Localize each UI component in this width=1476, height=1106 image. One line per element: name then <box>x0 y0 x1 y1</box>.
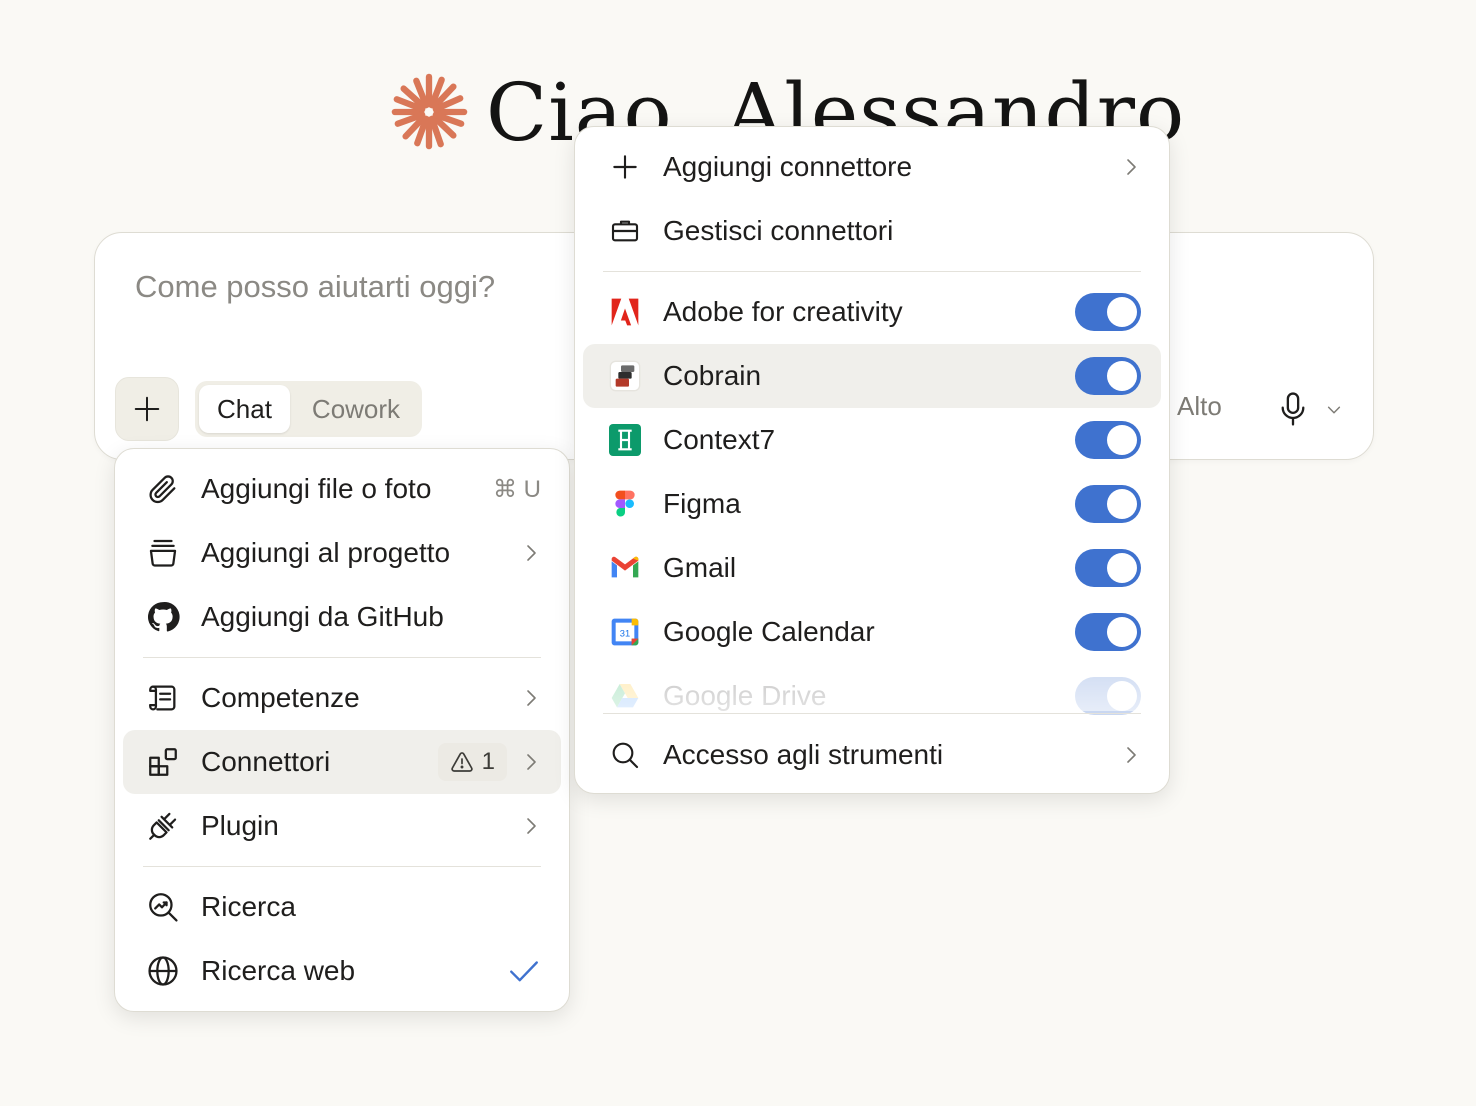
menu-item-add-files[interactable]: Aggiungi file o foto ⌘ U <box>123 457 561 521</box>
cobrain-icon <box>607 358 643 394</box>
chevron-right-icon <box>1127 159 1136 175</box>
connector-toggle[interactable] <box>1075 357 1141 395</box>
gmail-icon <box>607 550 643 586</box>
menu-item-add-connector[interactable]: Aggiungi connettore <box>583 135 1161 199</box>
google-calendar-icon: 31 <box>607 614 643 650</box>
keyboard-shortcut: ⌘ U <box>493 475 541 503</box>
prompt-input[interactable]: Come posso aiutarti oggi? <box>135 269 495 305</box>
connector-row-cobrain[interactable]: Cobrain <box>583 344 1161 408</box>
checkmark-icon <box>510 961 538 982</box>
paperclip-icon <box>145 471 181 507</box>
chevron-right-icon <box>527 754 536 770</box>
add-content-menu: Aggiungi file o foto ⌘ U Aggiungi al pro… <box>114 448 570 1012</box>
menu-item-plugin[interactable]: Plugin <box>123 794 561 858</box>
menu-item-label: Aggiungi connettore <box>663 151 913 182</box>
connector-row-google-drive[interactable]: Google Drive <box>583 664 1161 728</box>
menu-divider <box>143 657 541 658</box>
connector-row-adobe[interactable]: Adobe for creativity <box>583 280 1161 344</box>
menu-item-label: Connettori <box>201 746 331 777</box>
menu-divider <box>603 713 1141 714</box>
connector-name: Figma <box>663 488 741 519</box>
plus-icon <box>607 149 643 185</box>
menu-item-add-github[interactable]: Aggiungi da GitHub <box>123 585 561 649</box>
connector-name: Context7 <box>663 424 776 455</box>
skills-icon <box>145 680 181 716</box>
calendar-day: 31 <box>620 628 630 638</box>
adobe-icon <box>607 294 643 330</box>
menu-item-label: Ricerca <box>201 891 296 922</box>
menu-item-label: Aggiungi da GitHub <box>201 601 444 632</box>
connector-name: Adobe for creativity <box>663 296 903 327</box>
menu-item-add-to-project[interactable]: Aggiungi al progetto <box>123 521 561 585</box>
connector-toggle[interactable] <box>1075 485 1141 523</box>
search-icon <box>607 737 643 773</box>
research-icon <box>145 889 181 925</box>
tab-chat[interactable]: Chat <box>199 385 290 433</box>
menu-divider <box>143 866 541 867</box>
briefcase-icon <box>607 213 643 249</box>
warning-icon <box>450 752 473 772</box>
context7-icon <box>607 422 643 458</box>
warning-count: 1 <box>481 748 495 775</box>
menu-item-web-search[interactable]: Ricerca web <box>123 939 561 1003</box>
globe-icon <box>145 953 181 989</box>
connector-toggle[interactable] <box>1075 677 1141 715</box>
github-icon <box>145 599 181 635</box>
menu-item-tool-access[interactable]: Accesso agli strumenti <box>583 723 1161 787</box>
menu-item-label: Plugin <box>201 810 279 841</box>
connector-name: Cobrain <box>663 360 762 391</box>
connectors-icon <box>145 744 181 780</box>
menu-item-label: Accesso agli strumenti <box>663 739 944 770</box>
menu-item-label: Aggiungi al progetto <box>201 537 451 568</box>
chevron-right-icon <box>527 545 536 561</box>
menu-item-manage-connectors[interactable]: Gestisci connettori <box>583 199 1161 263</box>
menu-divider <box>603 271 1141 272</box>
microphone-icon[interactable] <box>1277 391 1309 427</box>
connector-row-gmail[interactable]: Gmail <box>583 536 1161 600</box>
claude-logo-icon <box>391 73 468 150</box>
chevron-down-icon[interactable] <box>1325 401 1343 419</box>
connector-name: Gmail <box>663 552 737 583</box>
chevron-right-icon <box>527 818 536 834</box>
menu-item-label: Ricerca web <box>201 955 356 986</box>
menu-item-label: Aggiungi file o foto <box>201 473 432 504</box>
connector-name: Google Calendar <box>663 616 875 647</box>
connector-toggle[interactable] <box>1075 421 1141 459</box>
effort-selector[interactable]: Alto <box>1177 391 1222 422</box>
connector-row-figma[interactable]: Figma <box>583 472 1161 536</box>
connectors-submenu: Aggiungi connettore Gestisci connettori … <box>574 126 1170 794</box>
plus-icon <box>134 396 160 422</box>
chevron-right-icon <box>527 690 536 706</box>
connector-row-context7[interactable]: Context7 <box>583 408 1161 472</box>
connector-name: Google Drive <box>663 680 827 711</box>
figma-icon <box>607 486 643 522</box>
connector-toggle[interactable] <box>1075 613 1141 651</box>
connector-row-google-calendar[interactable]: 31 Google Calendar <box>583 600 1161 664</box>
menu-item-label: Competenze <box>201 682 360 713</box>
project-icon <box>145 535 181 571</box>
menu-item-skills[interactable]: Competenze <box>123 666 561 730</box>
menu-item-research[interactable]: Ricerca <box>123 875 561 939</box>
google-drive-icon <box>607 678 643 714</box>
chevron-right-icon <box>1127 747 1136 763</box>
connector-toggle[interactable] <box>1075 293 1141 331</box>
plug-icon <box>145 808 181 844</box>
mode-switch: Chat Cowork <box>195 381 423 437</box>
connector-toggle[interactable] <box>1075 549 1141 587</box>
menu-item-connectors[interactable]: Connettori 1 <box>123 730 561 794</box>
add-content-button[interactable] <box>115 377 179 441</box>
menu-item-label: Gestisci connettori <box>663 215 894 246</box>
tab-cowork[interactable]: Cowork <box>294 385 418 433</box>
warning-badge: 1 <box>437 743 507 781</box>
